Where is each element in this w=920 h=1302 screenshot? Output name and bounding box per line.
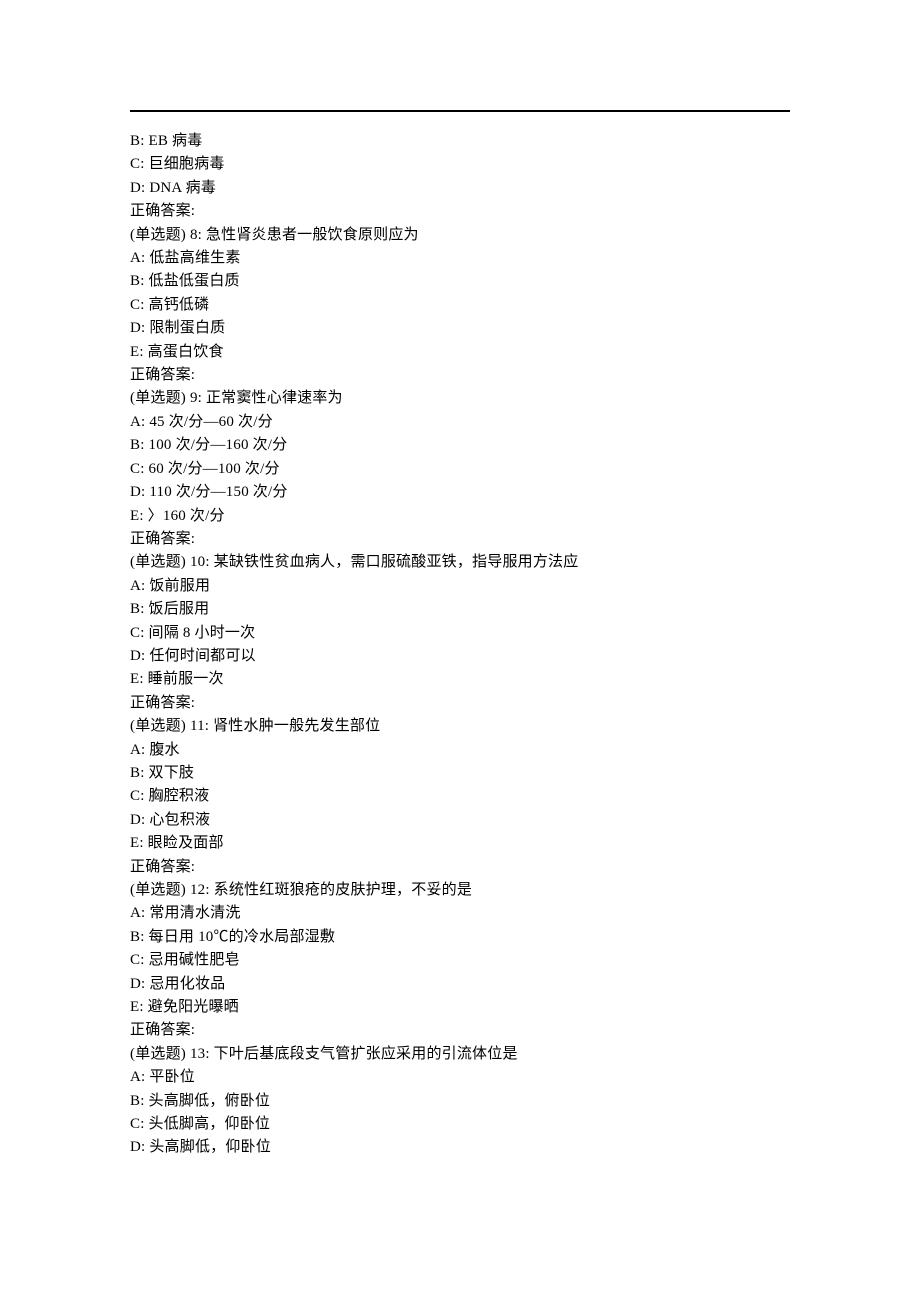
option-b: B: 双下肢: [130, 762, 790, 785]
option-b: B: 饭后服用: [130, 598, 790, 621]
option-a: A: 腹水: [130, 739, 790, 762]
answer-label: 正确答案:: [130, 856, 790, 879]
option-e: E: 眼睑及面部: [130, 832, 790, 855]
option-b: B: 低盐低蛋白质: [130, 270, 790, 293]
option-c: C: 胸腔积液: [130, 785, 790, 808]
option-d: D: 110 次/分—150 次/分: [130, 481, 790, 504]
option-a: A: 低盐高维生素: [130, 247, 790, 270]
answer-label: 正确答案:: [130, 364, 790, 387]
option-e: E: 避免阳光曝晒: [130, 996, 790, 1019]
question-9: (单选题) 9: 正常窦性心律速率为: [130, 387, 790, 410]
option-d: D: 头高脚低，仰卧位: [130, 1136, 790, 1159]
option-d: D: 忌用化妆品: [130, 973, 790, 996]
option-b: B: 100 次/分—160 次/分: [130, 434, 790, 457]
question-11: (单选题) 11: 肾性水肿一般先发生部位: [130, 715, 790, 738]
option-c: C: 间隔 8 小时一次: [130, 622, 790, 645]
option-e: E: 高蛋白饮食: [130, 341, 790, 364]
option-a: A: 常用清水清洗: [130, 902, 790, 925]
question-13: (单选题) 13: 下叶后基底段支气管扩张应采用的引流体位是: [130, 1043, 790, 1066]
top-horizontal-rule: [130, 110, 790, 112]
answer-label: 正确答案:: [130, 200, 790, 223]
option-d: D: 任何时间都可以: [130, 645, 790, 668]
option-c: C: 高钙低磷: [130, 294, 790, 317]
option-c: C: 60 次/分—100 次/分: [130, 458, 790, 481]
question-10: (单选题) 10: 某缺铁性贫血病人，需口服硫酸亚铁，指导服用方法应: [130, 551, 790, 574]
option-c: C: 头低脚高，仰卧位: [130, 1113, 790, 1136]
answer-label: 正确答案:: [130, 692, 790, 715]
option-d: D: 心包积液: [130, 809, 790, 832]
option-e: E: 睡前服一次: [130, 668, 790, 691]
option-d: D: DNA 病毒: [130, 177, 790, 200]
option-b: B: EB 病毒: [130, 130, 790, 153]
option-d: D: 限制蛋白质: [130, 317, 790, 340]
question-8: (单选题) 8: 急性肾炎患者一般饮食原则应为: [130, 224, 790, 247]
option-a: A: 平卧位: [130, 1066, 790, 1089]
option-c: C: 巨细胞病毒: [130, 153, 790, 176]
option-c: C: 忌用碱性肥皂: [130, 949, 790, 972]
option-a: A: 45 次/分—60 次/分: [130, 411, 790, 434]
option-a: A: 饭前服用: [130, 575, 790, 598]
option-e: E: 〉160 次/分: [130, 505, 790, 528]
answer-label: 正确答案:: [130, 528, 790, 551]
document-page: B: EB 病毒 C: 巨细胞病毒 D: DNA 病毒 正确答案: (单选题) …: [0, 0, 920, 1220]
question-12: (单选题) 12: 系统性红斑狼疮的皮肤护理，不妥的是: [130, 879, 790, 902]
answer-label: 正确答案:: [130, 1019, 790, 1042]
option-b: B: 头高脚低，俯卧位: [130, 1090, 790, 1113]
option-b: B: 每日用 10℃的冷水局部湿敷: [130, 926, 790, 949]
